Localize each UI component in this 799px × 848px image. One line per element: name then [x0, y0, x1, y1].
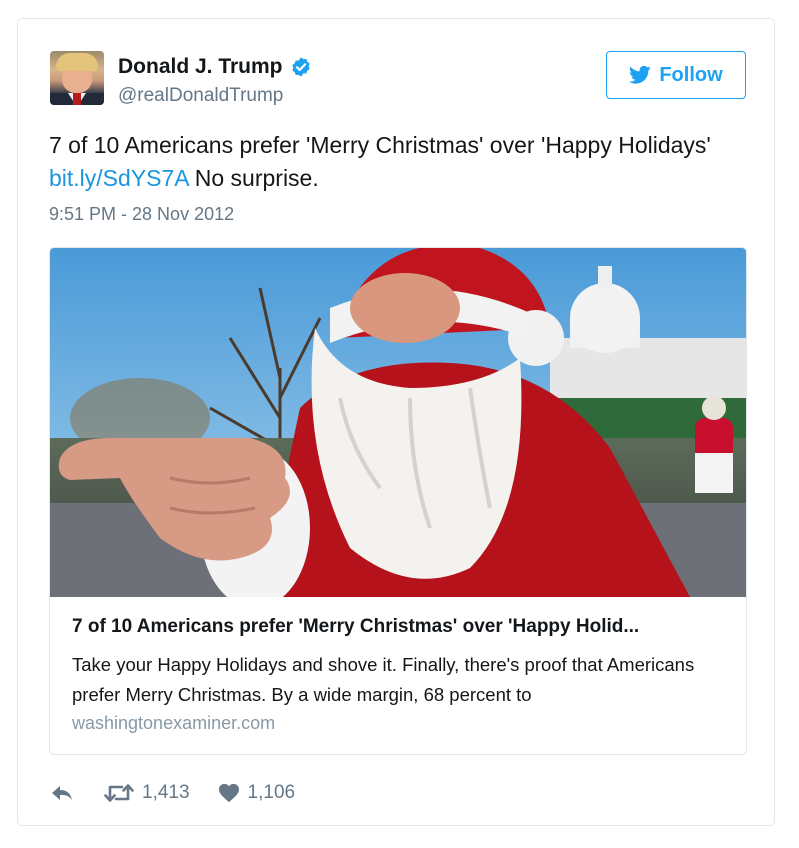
author-name[interactable]: Donald J. Trump: [118, 55, 283, 79]
avatar-hair: [56, 53, 98, 71]
tweet-actions: 1,413 1,106: [50, 779, 295, 807]
retweet-button[interactable]: 1,413: [104, 782, 190, 804]
like-count: 1,106: [247, 782, 296, 803]
reply-button[interactable]: [50, 783, 74, 803]
heart-icon: [218, 783, 239, 803]
tweet-link[interactable]: bit.ly/SdYS7A: [49, 165, 188, 191]
tweet-text: 7 of 10 Americans prefer 'Merry Christma…: [49, 129, 749, 195]
tweet-text-after-link: No surprise.: [188, 165, 319, 191]
retweet-count: 1,413: [142, 782, 190, 803]
card-domain: washingtonexaminer.com: [72, 713, 276, 733]
tweet-timestamp[interactable]: 9:51 PM - 28 Nov 2012: [49, 204, 234, 225]
author-avatar[interactable]: [50, 51, 104, 105]
author-handle[interactable]: @realDonaldTrump: [118, 85, 283, 107]
like-button[interactable]: 1,106: [218, 782, 296, 804]
author-name-row[interactable]: Donald J. Trump: [118, 55, 312, 79]
avatar-tie: [73, 93, 81, 105]
follow-button[interactable]: Follow: [606, 51, 746, 99]
follow-label: Follow: [659, 63, 723, 86]
retweet-icon: [104, 784, 134, 802]
tweet-card: Donald J. Trump @realDonaldTrump Follow …: [17, 18, 775, 826]
card-description: Take your Happy Holidays and shove it. F…: [72, 654, 695, 705]
reply-icon: [52, 786, 72, 800]
twitter-bird-icon: [629, 65, 651, 84]
link-preview-card[interactable]: 7 of 10 Americans prefer 'Merry Christma…: [49, 247, 747, 755]
card-title[interactable]: 7 of 10 Americans prefer 'Merry Christma…: [72, 616, 728, 638]
verified-badge-icon: [290, 56, 312, 78]
tweet-text-before-link: 7 of 10 Americans prefer 'Merry Christma…: [49, 132, 711, 158]
card-image[interactable]: [50, 248, 746, 597]
